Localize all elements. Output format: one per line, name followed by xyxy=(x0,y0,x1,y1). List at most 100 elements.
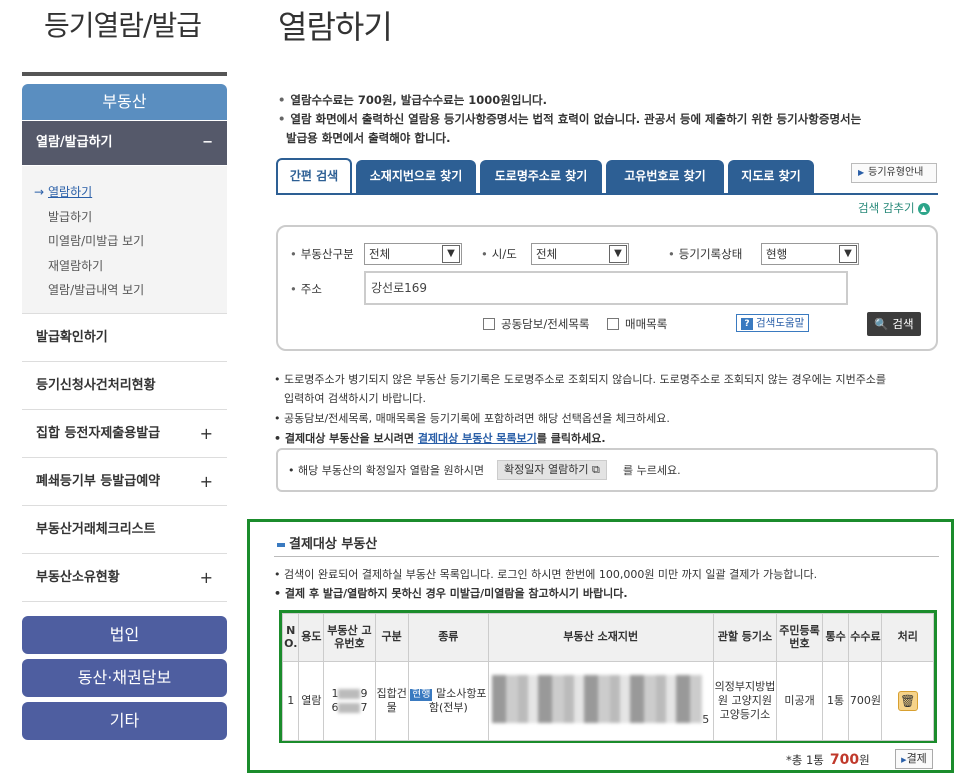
cell-category: 집합건물 xyxy=(374,661,409,741)
note-road-address-cont: 입력하여 검색하시기 바랍니다. xyxy=(284,392,427,405)
col-address: 부동산 소재지번 xyxy=(487,613,714,662)
bullet-icon xyxy=(277,542,285,547)
cell-kind: 현행 말소사항포함(전부) xyxy=(407,661,489,741)
property-type-select[interactable]: 전체 ▼ xyxy=(364,243,462,265)
triangle-right-icon: ▶ xyxy=(858,168,865,177)
sidebar-item-issue-check[interactable]: 발급확인하기 xyxy=(22,314,227,362)
movable-collateral-button[interactable]: 동산·채권담보 xyxy=(22,659,227,697)
pay-button[interactable]: ▶결제 xyxy=(895,749,933,769)
other-button[interactable]: 기타 xyxy=(22,702,227,740)
arrow-right-icon: → xyxy=(34,185,45,199)
checkbox-icon xyxy=(607,318,619,330)
col-kind: 종류 xyxy=(407,613,489,662)
chevron-down-icon: ▼ xyxy=(609,245,627,263)
submenu-item-issue[interactable]: 발급하기 xyxy=(22,205,227,230)
payment-title: 결제대상 부동산 xyxy=(277,533,377,552)
total-amount: 700 xyxy=(829,752,860,768)
col-count: 통수 xyxy=(821,613,850,662)
cell-address: 5 xyxy=(487,661,714,741)
sidebar-submenu: → 열람하기 발급하기 미열람/미발급 보기 재열람하기 열람/발급내역 보기 xyxy=(22,166,227,314)
question-icon: ? xyxy=(741,318,753,330)
notice-legal-cont: 발급용 화면에서 출력해야 합니다. xyxy=(286,131,451,145)
section-title: 등기열람/발급 xyxy=(44,9,202,42)
address-label: • 주소 xyxy=(290,282,322,296)
sale-list-checkbox[interactable]: 매매목록 xyxy=(607,316,667,332)
tab-simple-search[interactable]: 간편 검색 xyxy=(276,158,352,194)
page-title: 열람하기 xyxy=(278,8,393,46)
cell-office: 의정부지방법원 고양지원 고양등기소 xyxy=(712,661,778,741)
search-help-button[interactable]: ? 검색도움말 xyxy=(736,314,810,332)
registry-type-guide-button[interactable]: ▶ 등기유형안내 xyxy=(851,163,937,183)
submenu-item-history[interactable]: 열람/발급내역 보기 xyxy=(22,278,227,303)
payment-table: N O. 용도 부동산 고유번호 구분 종류 부동산 소재지번 관할 등기소 주… xyxy=(281,613,934,741)
divider xyxy=(274,556,939,557)
notice-legal: • 열람 화면에서 출력하신 열람용 등기사항증명서는 법적 효력이 없습니다. … xyxy=(278,112,862,126)
submenu-item-review[interactable]: 재열람하기 xyxy=(22,254,227,279)
external-link-icon: ⧉ xyxy=(591,463,600,476)
chevron-down-icon: ▼ xyxy=(839,245,857,263)
sidebar-item-ownership[interactable]: 부동산소유현황 + xyxy=(22,554,227,602)
sidebar-realestate-header[interactable]: 부동산 xyxy=(22,84,227,120)
sidebar-item-label: 열람/발급하기 xyxy=(36,135,113,150)
chevron-down-icon: ▼ xyxy=(442,245,460,263)
trash-icon[interactable]: 🗑 xyxy=(897,691,918,711)
joint-collateral-checkbox[interactable]: 공동담보/전세목록 xyxy=(483,316,590,332)
confirm-date-button[interactable]: 확정일자 열람하기 ⧉ xyxy=(497,460,607,480)
note-payment-list: • 결제대상 부동산을 보시려면 결제대상 부동산 목록보기를 클릭하세요. xyxy=(274,432,606,445)
region-select[interactable]: 전체 ▼ xyxy=(531,243,629,265)
cell-unique-id: 1967 xyxy=(323,661,376,741)
expand-icon: + xyxy=(199,472,213,491)
submenu-item-unviewed[interactable]: 미열람/미발급 보기 xyxy=(22,229,227,254)
expand-icon: + xyxy=(199,568,213,587)
cell-use: 열람 xyxy=(298,661,325,741)
cell-count: 1통 xyxy=(821,661,850,741)
note-options: • 공동담보/전세목록, 매매목록을 등기기록에 포함하려면 해당 선택옵션을 … xyxy=(274,412,670,425)
sidebar-item-view-issue[interactable]: 열람/발급하기 − xyxy=(22,121,227,165)
table-row: 1 열람 1967 집합건물 현행 말소사항포함(전부) 5 의정부지방법원 고… xyxy=(281,661,934,741)
col-action: 처리 xyxy=(881,613,934,662)
sidebar-item-electronic-submit[interactable]: 집합 등전자제출용발급 + xyxy=(22,410,227,458)
col-resident-no: 주민등록번호 xyxy=(776,613,823,662)
redacted-block xyxy=(338,689,361,700)
payment-warning: • 결제 후 발급/열람하지 못하신 경우 미발급/미열람을 참고하시기 바랍니… xyxy=(274,587,628,600)
cell-resident-no: 미공개 xyxy=(776,661,823,741)
col-office: 관할 등기소 xyxy=(712,613,778,662)
col-use: 용도 xyxy=(298,613,325,662)
cell-action: 🗑 xyxy=(881,661,934,741)
confirm-date-suffix: 를 누르세요. xyxy=(623,464,681,477)
tab-underline xyxy=(276,193,938,195)
col-fee: 수수료 xyxy=(848,613,883,662)
sidebar-item-checklist[interactable]: 부동산거래체크리스트 xyxy=(22,506,227,554)
redacted-block xyxy=(492,675,703,724)
region-label: • 시/도 xyxy=(481,247,517,261)
search-button[interactable]: 🔍 검색 xyxy=(867,312,921,336)
col-no: N O. xyxy=(281,613,300,662)
note-road-address: • 도로명주소가 병기되지 않은 부동산 등기기록은 도로명주소로 조회되지 않… xyxy=(274,373,887,386)
payment-list-link[interactable]: 결제대상 부동산 목록보기 xyxy=(418,432,537,445)
confirm-date-text: • 해당 부동산의 확정일자 열람을 원하시면 xyxy=(288,464,485,477)
hide-search-link[interactable]: 검색 감추기 ▲ xyxy=(858,200,930,216)
collapse-icon[interactable]: − xyxy=(202,121,213,165)
payment-info: • 검색이 완료되어 결제하실 부동산 목록입니다. 로그인 하시면 한번에 1… xyxy=(274,568,818,581)
tab-road-address[interactable]: 도로명주소로 찾기 xyxy=(480,160,602,194)
address-input[interactable]: 강선로169 xyxy=(364,271,848,305)
corporation-button[interactable]: 법인 xyxy=(22,616,227,654)
property-type-label: • 부동산구분 xyxy=(290,247,354,261)
notice-fee: • 열람수수료는 700원, 발급수수료는 1000원입니다. xyxy=(278,93,547,107)
tab-lot-number[interactable]: 소재지번으로 찾기 xyxy=(356,160,476,194)
col-unique-id: 부동산 고유번호 xyxy=(323,613,376,662)
divider xyxy=(22,72,227,76)
record-status-select[interactable]: 현행 ▼ xyxy=(761,243,859,265)
sidebar-item-case-status[interactable]: 등기신청사건처리현황 xyxy=(22,362,227,410)
search-icon: 🔍 xyxy=(874,317,889,331)
submenu-item-view[interactable]: → 열람하기 xyxy=(22,180,227,205)
tab-unique-number[interactable]: 고유번호로 찾기 xyxy=(606,160,724,194)
cell-no: 1 xyxy=(281,661,300,741)
expand-icon: + xyxy=(199,424,213,443)
checkbox-icon xyxy=(483,318,495,330)
redacted-block xyxy=(338,703,361,713)
col-category: 구분 xyxy=(374,613,409,662)
sidebar-item-closed-registry[interactable]: 폐쇄등기부 등발급예약 + xyxy=(22,458,227,506)
status-badge: 현행 xyxy=(410,688,433,702)
tab-map[interactable]: 지도로 찾기 xyxy=(728,160,814,194)
